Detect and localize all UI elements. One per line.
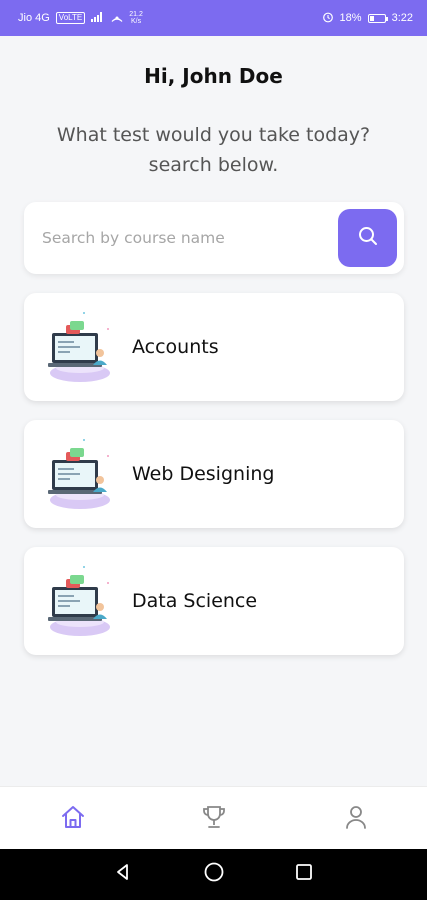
carrier-label: Jio 4G (18, 12, 50, 24)
speed-unit: K/s (130, 18, 142, 25)
status-right: 18% 3:22 (322, 11, 413, 26)
greeting-title: Hi, John Doe (144, 64, 283, 88)
laptop-teacher-illustration-icon (44, 561, 116, 641)
nav-profile[interactable] (340, 803, 372, 835)
home-system-button[interactable] (202, 862, 226, 886)
status-left: Jio 4G VoLTE 21.2 K/s (18, 11, 143, 26)
hotspot-icon (111, 11, 123, 26)
android-nav-bar (0, 849, 427, 900)
network-speed: 21.2 K/s (129, 11, 143, 25)
back-button[interactable] (111, 862, 135, 886)
status-bar: Jio 4G VoLTE 21.2 K/s 18% 3:22 (0, 0, 427, 36)
status-time: 3:22 (391, 12, 413, 24)
subtitle-line-2: search below. (148, 154, 279, 176)
battery-percent: 18% (339, 12, 362, 24)
battery-icon (367, 13, 388, 23)
subtitle-line-1: What test would you take today? (56, 124, 371, 146)
nav-home[interactable] (57, 803, 89, 835)
laptop-teacher-illustration-icon (44, 434, 116, 514)
course-card-data-science[interactable]: Data Science (24, 547, 404, 655)
course-card-accounts[interactable]: Accounts (24, 293, 404, 401)
page-subtitle: What test would you take today? search b… (30, 120, 397, 180)
recents-square-icon (294, 862, 314, 886)
speed-value: 21.2 (129, 11, 143, 18)
nav-leaderboard[interactable] (198, 803, 230, 835)
user-icon (342, 803, 370, 835)
course-card-web-designing[interactable]: Web Designing (24, 420, 404, 528)
bottom-nav (0, 786, 427, 849)
search-input[interactable] (42, 220, 332, 256)
home-circle-icon (203, 861, 225, 887)
signal-icon (91, 11, 105, 25)
alarm-icon (322, 11, 334, 26)
laptop-teacher-illustration-icon (44, 307, 116, 387)
back-triangle-icon (113, 862, 133, 886)
course-label: Web Designing (132, 463, 275, 485)
home-icon (59, 803, 87, 835)
search-card (24, 202, 404, 274)
search-icon (357, 225, 379, 251)
course-label: Data Science (132, 590, 258, 612)
volte-badge: VoLTE (55, 12, 86, 24)
recents-button[interactable] (292, 862, 316, 886)
trophy-icon (200, 803, 228, 835)
search-button[interactable] (338, 209, 397, 267)
course-label: Accounts (132, 336, 219, 358)
